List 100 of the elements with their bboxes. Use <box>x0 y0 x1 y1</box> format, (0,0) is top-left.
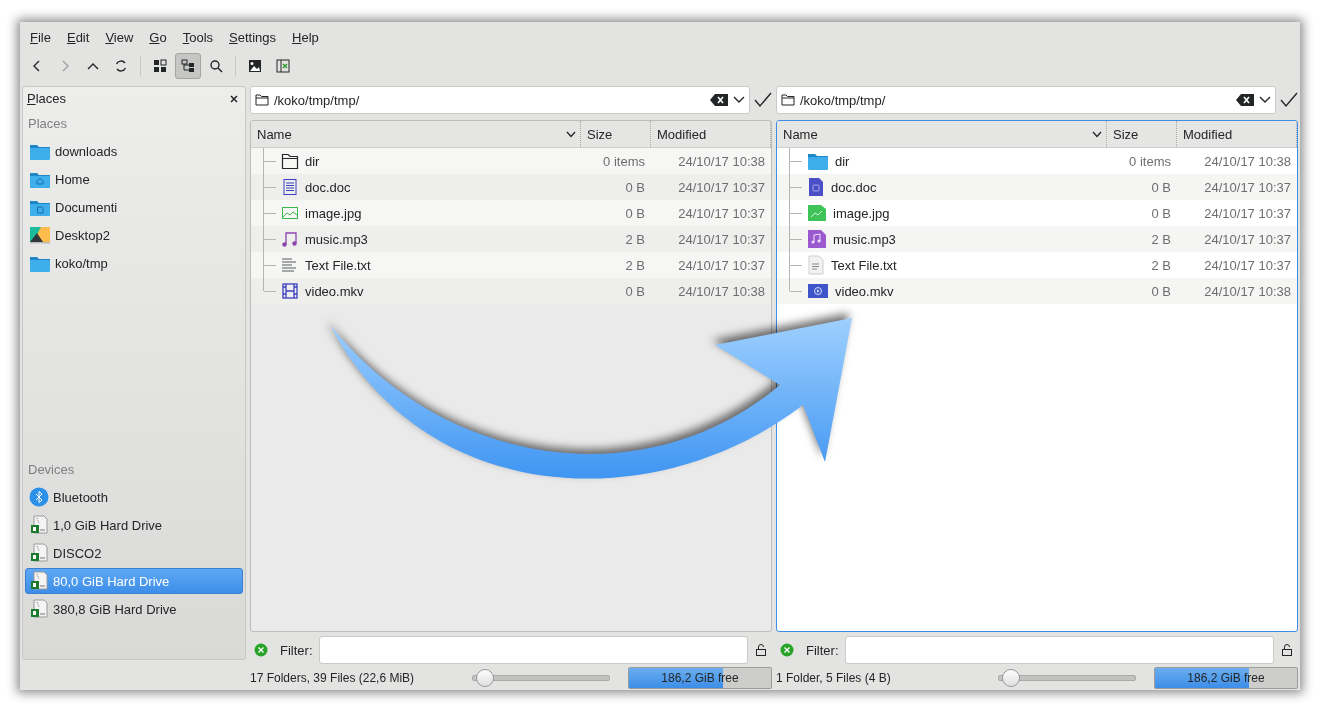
toolbar-button[interactable] <box>175 53 201 79</box>
document-icon <box>281 178 299 196</box>
checkmark-icon <box>1280 92 1298 108</box>
documents-folder-icon <box>29 198 51 216</box>
file-name[interactable]: video.mkv <box>835 283 894 299</box>
document-icon <box>807 177 825 197</box>
menu-item[interactable]: Help <box>284 25 327 49</box>
checkmark-icon <box>754 92 772 108</box>
place-item[interactable]: Desktop2 <box>25 222 243 248</box>
place-item[interactable]: Home <box>25 166 243 192</box>
file-date: 24/10/17 10:37 <box>677 231 766 247</box>
place-item[interactable]: koko/tmp <box>25 250 243 276</box>
file-date: 24/10/17 10:38 <box>677 153 766 169</box>
lock-icon <box>1280 643 1294 658</box>
file-name[interactable]: dir <box>305 153 320 169</box>
file-date: 24/10/17 10:37 <box>1203 205 1292 221</box>
path-field[interactable]: /koko/tmp/tmp/ <box>274 92 705 108</box>
place-item[interactable]: downloads <box>25 138 243 164</box>
file-name[interactable]: Text File.txt <box>831 257 897 273</box>
reload-icon <box>114 59 128 73</box>
file-size: 0 B <box>1150 179 1172 195</box>
hard-drive-icon <box>29 515 49 535</box>
bluetooth-icon <box>29 487 49 507</box>
file-name[interactable]: image.jpg <box>833 205 890 221</box>
filter-label: Filter: <box>806 642 839 658</box>
clear-filter-icon <box>780 643 794 658</box>
zoom-slider[interactable] <box>1001 669 1020 688</box>
place-item[interactable]: Bluetooth <box>25 484 243 510</box>
file-name[interactable]: doc.doc <box>831 179 877 195</box>
file-name[interactable]: Text File.txt <box>305 257 371 273</box>
folder-icon <box>29 254 51 272</box>
section-heading: Devices <box>27 461 76 479</box>
file-size: 2 B <box>1150 231 1172 247</box>
file-date: 24/10/17 10:38 <box>677 283 766 299</box>
hard-drive-icon <box>29 571 49 591</box>
dropdown-caret-icon <box>1259 96 1271 104</box>
filter-field[interactable] <box>844 636 1274 665</box>
panel-title: Places <box>27 91 67 106</box>
file-date: 24/10/17 10:37 <box>1203 257 1292 273</box>
status-text: 17 Folders, 39 Files (22,6 MiB) <box>250 671 416 686</box>
file-name[interactable]: music.mp3 <box>305 231 368 247</box>
location-field[interactable]: /koko/tmp/tmp/ <box>776 86 1276 114</box>
file-name[interactable]: doc.doc <box>305 179 351 195</box>
location-field[interactable]: /koko/tmp/tmp/ <box>250 86 750 114</box>
file-name[interactable]: image.jpg <box>305 205 362 221</box>
file-size: 0 items <box>1128 153 1172 169</box>
file-name[interactable]: music.mp3 <box>833 231 896 247</box>
file-name[interactable]: video.mkv <box>305 283 364 299</box>
sort-caret-icon <box>566 130 576 138</box>
column-header[interactable]: Size <box>1113 126 1139 142</box>
file-size: 0 items <box>602 153 646 169</box>
lock-icon <box>754 643 768 658</box>
sort-caret-icon <box>1092 130 1102 138</box>
column-header[interactable]: Size <box>587 126 613 142</box>
file-date: 24/10/17 10:37 <box>677 257 766 273</box>
menu-item[interactable]: Go <box>141 25 175 49</box>
text-file-icon <box>807 255 825 275</box>
menu-item[interactable]: Settings <box>221 25 285 49</box>
zoom-slider[interactable] <box>475 669 494 688</box>
search-icon <box>209 59 223 73</box>
file-size: 0 B <box>1150 205 1172 221</box>
menu-item[interactable]: View <box>97 25 142 49</box>
folder-icon <box>29 142 51 160</box>
menu-item[interactable]: File <box>22 25 59 49</box>
file-size: 0 B <box>624 205 646 221</box>
folder-icon <box>255 94 269 106</box>
path-field[interactable]: /koko/tmp/tmp/ <box>800 92 1231 108</box>
clear-filter-icon <box>254 643 268 658</box>
file-name[interactable]: dir <box>835 153 850 169</box>
clear-icon <box>710 94 728 106</box>
file-size: 0 B <box>1150 283 1172 299</box>
status-text: 1 Folder, 5 Files (4 B) <box>776 671 892 686</box>
close-icon <box>229 93 239 104</box>
music-file-icon <box>807 229 827 249</box>
file-date: 24/10/17 10:38 <box>1203 283 1292 299</box>
column-header[interactable]: Modified <box>1183 126 1233 142</box>
column-header[interactable]: Name <box>257 126 292 142</box>
file-size: 0 B <box>624 179 646 195</box>
place-item[interactable]: 380,8 GiB Hard Drive <box>25 596 243 622</box>
file-size: 2 B <box>624 257 646 273</box>
filter-field[interactable] <box>318 636 748 665</box>
dropdown-caret-icon <box>733 96 745 104</box>
file-size: 0 B <box>624 283 646 299</box>
file-date: 24/10/17 10:37 <box>1203 231 1292 247</box>
grid-icon <box>153 59 167 73</box>
folder-icon <box>281 152 299 170</box>
desktop-icon <box>29 226 51 244</box>
column-header[interactable]: Modified <box>657 126 707 142</box>
column-header[interactable]: Name <box>783 126 818 142</box>
place-item[interactable]: DISCO2 <box>25 540 243 566</box>
place-item[interactable]: Documenti <box>25 194 243 220</box>
image-file-icon <box>281 204 299 222</box>
image-icon <box>248 59 262 73</box>
filter-label: Filter: <box>280 642 313 658</box>
video-file-icon <box>807 282 829 300</box>
file-date: 24/10/17 10:38 <box>1203 153 1292 169</box>
menu-item[interactable]: Tools <box>174 25 222 49</box>
place-item[interactable]: 1,0 GiB Hard Drive <box>25 512 243 538</box>
menu-item[interactable]: Edit <box>58 25 98 49</box>
file-date: 24/10/17 10:37 <box>677 205 766 221</box>
